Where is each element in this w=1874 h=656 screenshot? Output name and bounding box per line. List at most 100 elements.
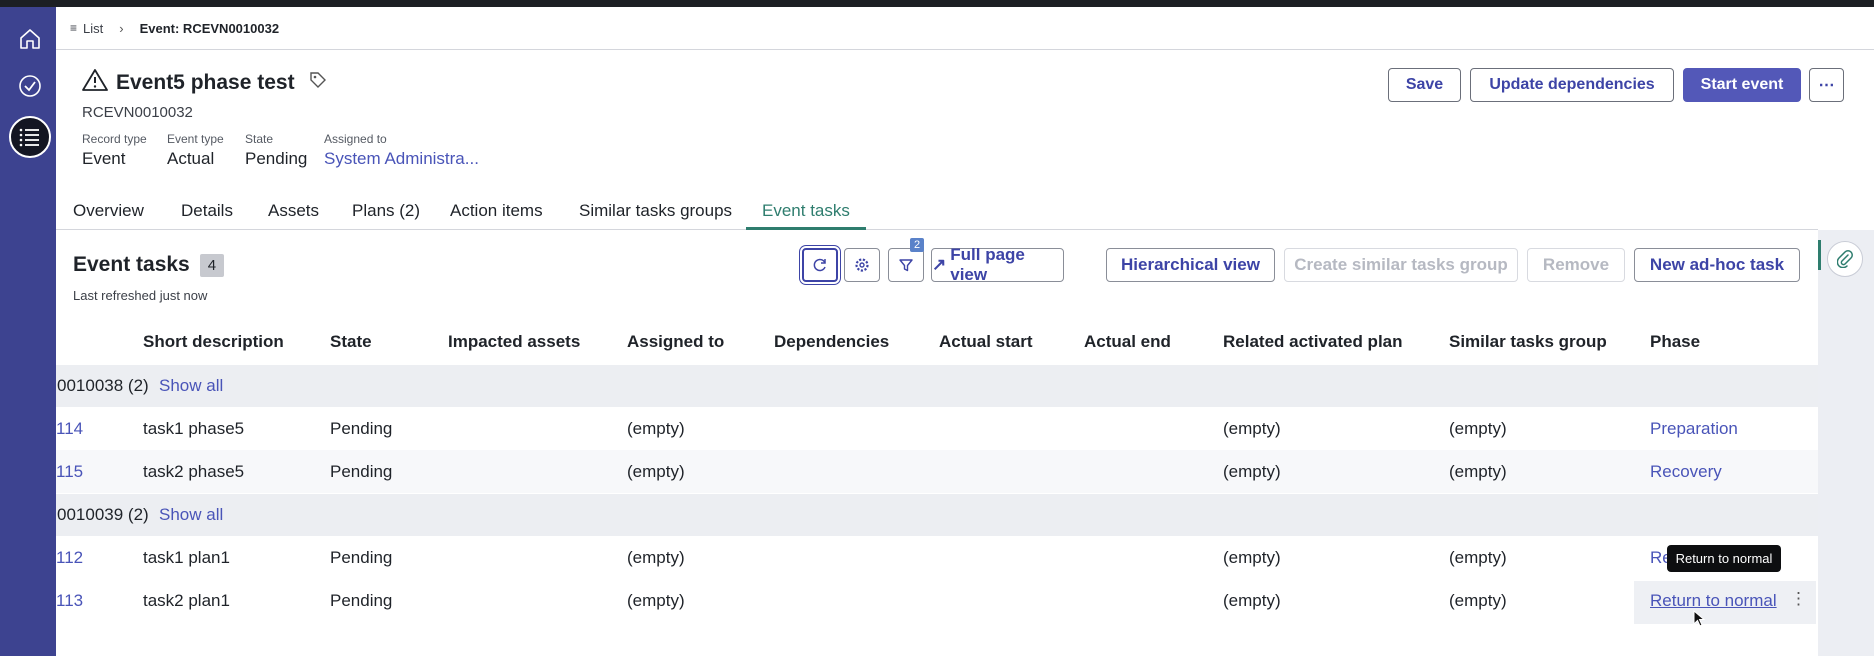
- tab-overview[interactable]: Overview: [73, 201, 144, 221]
- cell-phase-link[interactable]: Preparation: [1650, 419, 1738, 439]
- cell-state: Pending: [330, 548, 393, 567]
- meta-state: State Pending: [245, 132, 307, 169]
- refresh-button[interactable]: [802, 248, 838, 282]
- tab-similar-tasks-groups[interactable]: Similar tasks groups: [579, 201, 732, 221]
- col-assigned-to[interactable]: Assigned to: [627, 332, 724, 352]
- create-similar-tasks-group-button[interactable]: Create similar tasks group: [1284, 248, 1518, 282]
- top-bar: [0, 0, 1874, 7]
- cell-short-description: task1 phase5: [143, 419, 245, 438]
- assigned-to-link[interactable]: System Administra...: [324, 149, 479, 169]
- cell-similar-group: (empty): [1449, 462, 1507, 481]
- col-actual-end[interactable]: Actual end: [1084, 332, 1171, 352]
- filter-count-badge: 2: [910, 238, 925, 252]
- meta-label: Record type: [82, 132, 147, 146]
- chevron-right-icon: ›: [119, 20, 124, 36]
- list-icon[interactable]: [9, 116, 51, 158]
- cell-short-description: task1 plan1: [143, 548, 230, 567]
- col-phase[interactable]: Phase: [1650, 332, 1700, 352]
- breadcrumb-list-link[interactable]: ≡ List: [70, 21, 103, 36]
- warning-icon: [82, 68, 108, 97]
- meta-label: Assigned to: [324, 132, 387, 146]
- col-short-description[interactable]: Short description: [143, 332, 284, 352]
- tab-plans[interactable]: Plans (2): [352, 201, 420, 221]
- table-row[interactable]: 112 task1 plan1 Pending (empty) (empty) …: [56, 536, 1818, 579]
- table-row[interactable]: 115 task2 phase5 Pending (empty) (empty)…: [56, 450, 1818, 493]
- cell-phase-link[interactable]: Return to normal: [1650, 591, 1777, 611]
- tab-bar: Overview Details Assets Plans (2) Action…: [56, 196, 1818, 230]
- phase-tooltip: Return to normal: [1667, 545, 1781, 572]
- col-impacted-assets[interactable]: Impacted assets: [448, 332, 580, 352]
- tag-icon[interactable]: [309, 71, 327, 94]
- cell-state: Pending: [330, 419, 393, 438]
- breadcrumb-current: Event: RCEVN0010032: [139, 20, 280, 36]
- group-label: 0010039 (2): [57, 505, 149, 524]
- task-number-link[interactable]: 112: [56, 548, 83, 568]
- show-all-link[interactable]: Show all: [159, 505, 223, 525]
- meta-event-type: Event type Actual: [167, 132, 224, 169]
- list-lines-icon: ≡: [70, 21, 78, 35]
- meta-record-type: Record type Event: [82, 132, 147, 169]
- table-row[interactable]: 114 task1 phase5 Pending (empty) (empty)…: [56, 407, 1818, 450]
- full-page-view-button[interactable]: ↗ Full page view: [931, 245, 1064, 284]
- row-more-icon[interactable]: ⋮: [1790, 589, 1807, 609]
- paperclip-icon[interactable]: [1827, 241, 1863, 277]
- save-button[interactable]: Save: [1388, 68, 1461, 102]
- more-actions-button[interactable]: ⋯: [1809, 68, 1844, 102]
- cell-related-plan: (empty): [1223, 591, 1281, 610]
- home-icon[interactable]: [9, 18, 51, 60]
- update-dependencies-button[interactable]: Update dependencies: [1470, 68, 1674, 102]
- tab-assets[interactable]: Assets: [268, 201, 319, 221]
- arrow-up-right-icon: ↗: [932, 255, 947, 274]
- remove-button[interactable]: Remove: [1527, 248, 1625, 282]
- filter-icon: [899, 259, 913, 272]
- col-related-activated-plan[interactable]: Related activated plan: [1223, 332, 1403, 352]
- cell-short-description: task2 plan1: [143, 591, 230, 610]
- group-row: 0010039 (2) Show all: [56, 494, 1818, 536]
- cell-related-plan: (empty): [1223, 462, 1281, 481]
- tab-event-tasks[interactable]: Event tasks: [762, 201, 850, 221]
- tab-action-items[interactable]: Action items: [450, 201, 543, 221]
- cell-similar-group: (empty): [1449, 548, 1507, 567]
- cell-similar-group: (empty): [1449, 591, 1507, 610]
- meta-value: Actual: [167, 149, 215, 168]
- col-similar-tasks-group[interactable]: Similar tasks group: [1449, 332, 1607, 352]
- section-header: Event tasks 4: [73, 253, 225, 277]
- cell-state: Pending: [330, 591, 393, 610]
- task-number-link[interactable]: 114: [56, 419, 83, 439]
- cell-assigned-to: (empty): [627, 591, 685, 610]
- cell-related-plan: (empty): [1223, 548, 1281, 567]
- task-number-link[interactable]: 113: [56, 591, 83, 611]
- meta-label: State: [245, 132, 274, 146]
- check-circle-icon[interactable]: [9, 65, 51, 107]
- settings-button[interactable]: [844, 248, 880, 282]
- new-ad-hoc-task-button[interactable]: New ad-hoc task: [1634, 248, 1800, 282]
- gear-icon: [855, 258, 869, 272]
- last-refreshed: Last refreshed just now: [73, 288, 208, 303]
- group-row: 0010038 (2) Show all: [56, 365, 1818, 407]
- filter-button[interactable]: [888, 248, 924, 282]
- show-all-link[interactable]: Show all: [159, 376, 223, 396]
- mouse-cursor-icon: [1693, 610, 1706, 627]
- cell-related-plan: (empty): [1223, 419, 1281, 438]
- meta-assigned-to: Assigned to System Administra...: [324, 132, 479, 169]
- tab-details[interactable]: Details: [181, 201, 233, 221]
- active-tab-indicator: [746, 227, 866, 230]
- col-state[interactable]: State: [330, 332, 372, 352]
- task-number-link[interactable]: 115: [56, 462, 83, 482]
- col-dependencies[interactable]: Dependencies: [774, 332, 889, 352]
- left-nav: [0, 7, 56, 656]
- section-title: Event tasks: [73, 253, 190, 276]
- record-number: RCEVN0010032: [82, 104, 193, 121]
- cell-assigned-to: (empty): [627, 548, 685, 567]
- col-actual-start[interactable]: Actual start: [939, 332, 1033, 352]
- meta-label: Event type: [167, 132, 224, 146]
- cell-assigned-to: (empty): [627, 419, 685, 438]
- record-title-row: Event5 phase test: [82, 68, 327, 97]
- hierarchical-view-button[interactable]: Hierarchical view: [1106, 248, 1275, 282]
- start-event-button[interactable]: Start event: [1683, 68, 1801, 102]
- table-row[interactable]: 113 task2 plan1 Pending (empty) (empty) …: [56, 579, 1818, 622]
- cell-short-description: task2 phase5: [143, 462, 245, 481]
- cell-state: Pending: [330, 462, 393, 481]
- cell-phase-link[interactable]: Recovery: [1650, 462, 1722, 482]
- cell-assigned-to: (empty): [627, 462, 685, 481]
